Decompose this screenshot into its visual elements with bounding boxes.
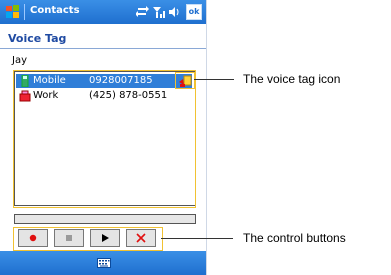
control-buttons-callout-label: The control buttons — [243, 231, 346, 245]
status-icons — [136, 6, 179, 18]
app-title: Contacts — [30, 5, 80, 16]
keyboard-icon[interactable] — [97, 258, 111, 268]
voice-tag-callout-line — [194, 79, 234, 80]
control-buttons-highlight — [13, 227, 163, 251]
control-buttons-callout-line — [161, 238, 233, 239]
voice-tag-callout-label: The voice tag icon — [243, 72, 341, 86]
recording-progress-bar — [14, 214, 196, 224]
title-divider — [0, 48, 206, 49]
page-title: Voice Tag — [8, 32, 67, 45]
title-bar: Contacts ok — [0, 0, 206, 24]
volume-icon — [169, 7, 179, 17]
signal-icon — [153, 7, 165, 18]
voice-tag-highlight — [175, 72, 195, 89]
ok-button[interactable]: ok — [186, 4, 202, 20]
phone-list-highlight — [13, 70, 196, 208]
title-separator — [24, 4, 25, 20]
connectivity-icon — [136, 6, 149, 17]
start-menu-icon[interactable] — [5, 4, 21, 20]
menu-bar — [0, 251, 206, 275]
contact-name: Jay — [12, 55, 27, 66]
